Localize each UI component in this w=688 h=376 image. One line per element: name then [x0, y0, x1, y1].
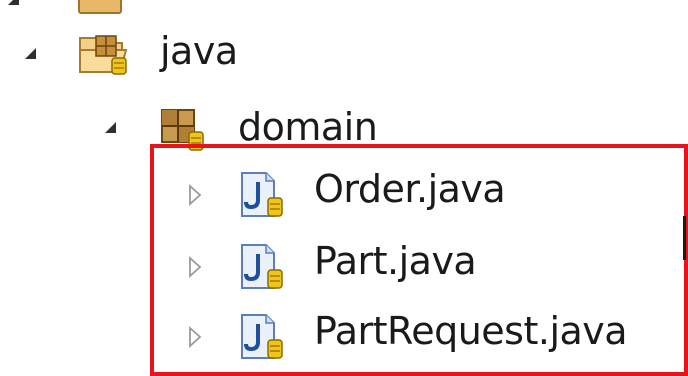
collapsed-arrow-icon[interactable] — [188, 255, 202, 279]
folder-icon — [78, 0, 122, 14]
collapsed-arrow-icon[interactable] — [188, 325, 202, 349]
expanded-arrow-icon[interactable] — [25, 48, 36, 59]
tree-row-file[interactable]: Part.java — [0, 236, 688, 292]
text-cursor-fragment — [683, 216, 686, 260]
tree-row-file[interactable]: Order.java — [0, 164, 688, 220]
expanded-arrow-icon[interactable] — [105, 122, 116, 133]
tree-item-label: domain — [238, 105, 378, 149]
java-file-icon — [236, 312, 290, 362]
tree-item-label: Part.java — [314, 239, 477, 283]
java-file-icon — [236, 242, 290, 292]
tree-row-file[interactable]: PartRequest.java — [0, 306, 688, 362]
tree-item-label: PartRequest.java — [314, 309, 628, 353]
tree-item-label: Order.java — [314, 167, 506, 211]
tree-row-parent-partial[interactable] — [0, 0, 688, 18]
tree-row-source-folder[interactable]: java — [0, 24, 688, 80]
source-folder-icon — [76, 28, 140, 80]
tree-item-label: java — [160, 29, 238, 73]
expanded-arrow-icon[interactable] — [8, 0, 19, 5]
java-file-icon — [236, 170, 290, 220]
partial-text-fragment — [370, 0, 400, 8]
collapsed-arrow-icon[interactable] — [188, 183, 202, 207]
